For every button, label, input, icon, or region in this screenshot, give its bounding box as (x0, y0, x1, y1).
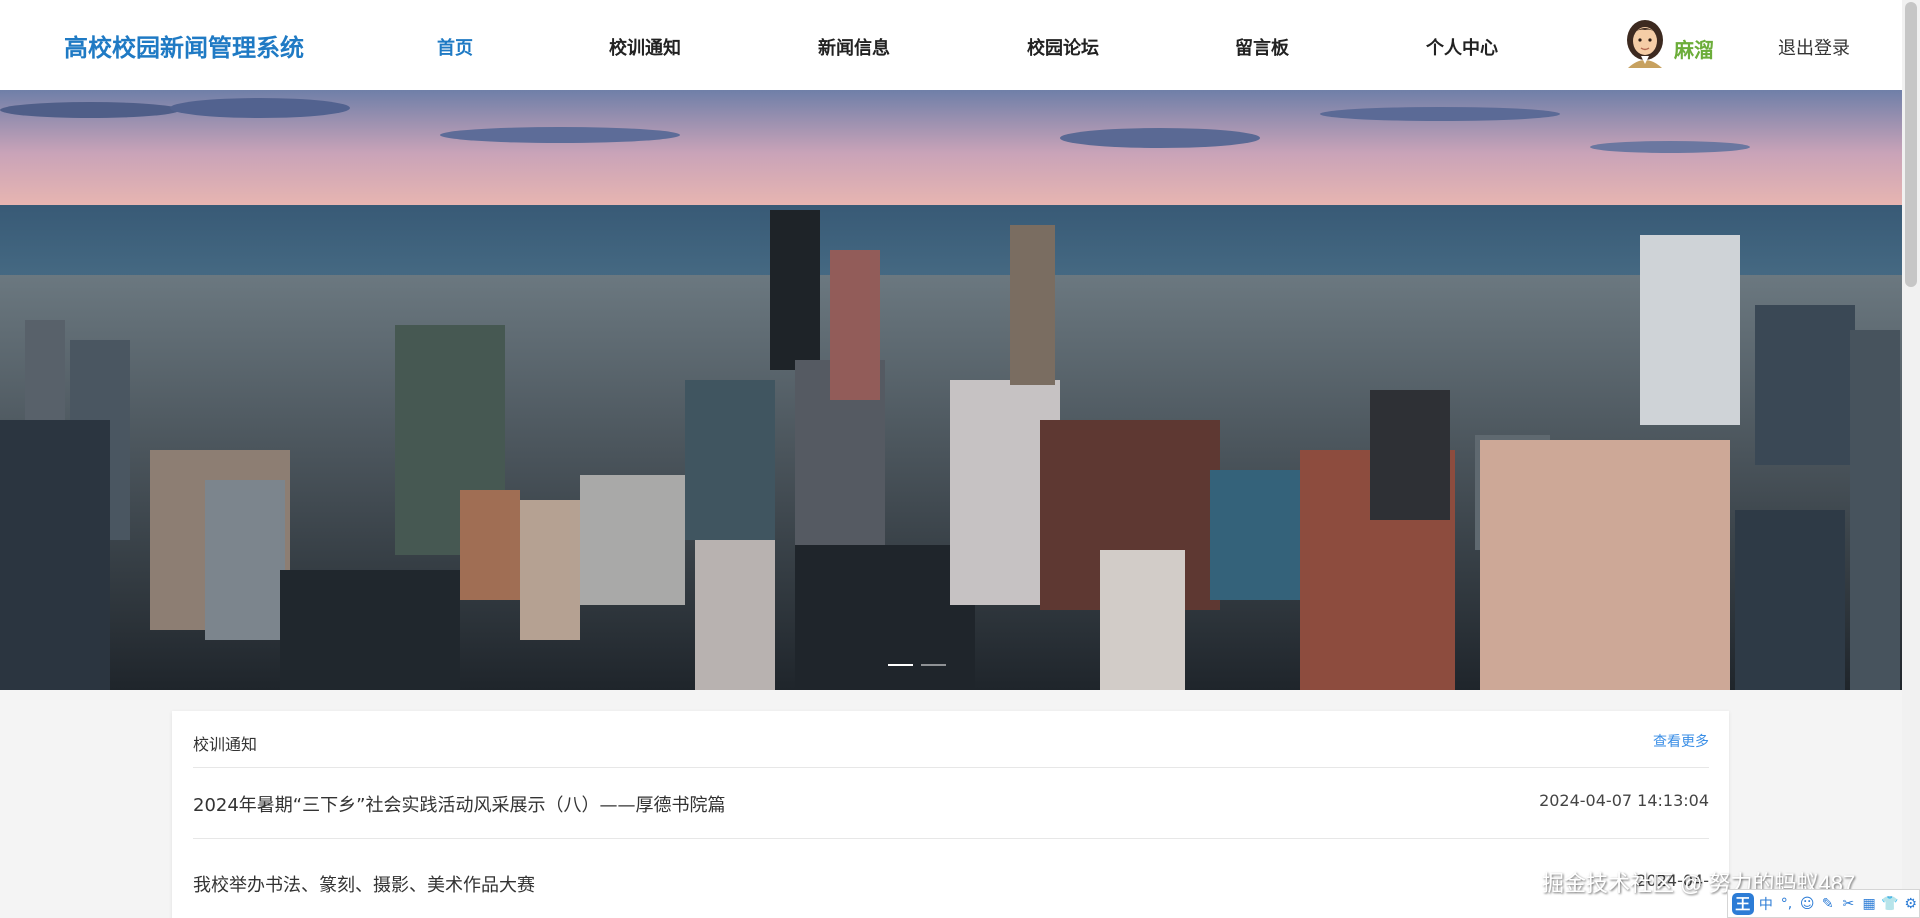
scrollbar-thumb[interactable] (1905, 2, 1917, 287)
site-brand[interactable]: 高校校园新闻管理系统 (64, 28, 304, 63)
notice-item-title[interactable]: 2024年暑期“三下乡”社会实践活动风采展示（八）——厚德书院篇 (193, 791, 725, 817)
banner-carousel[interactable] (0, 90, 1902, 690)
nav-message-board[interactable]: 留言板 (1235, 34, 1289, 60)
ime-keyboard-icon[interactable]: ▦ (1861, 896, 1878, 912)
divider (193, 838, 1709, 839)
carousel-indicator-active[interactable] (888, 664, 913, 666)
ime-pen-icon[interactable]: ✎ (1819, 896, 1836, 912)
ime-skin-icon[interactable]: 👕 (1881, 896, 1898, 912)
nav-school-notice[interactable]: 校训通知 (609, 34, 681, 60)
page-scrollbar[interactable] (1902, 0, 1920, 918)
notice-item-title[interactable]: 我校举办书法、篆刻、摄影、美术作品大赛 (193, 871, 535, 897)
username[interactable]: 麻溜 (1674, 34, 1714, 63)
ime-settings-icon[interactable]: ⚙ (1902, 896, 1919, 912)
ime-language-icon[interactable]: 中 (1758, 894, 1775, 914)
ime-scissors-icon[interactable]: ✂ (1840, 896, 1857, 912)
user-avatar[interactable] (1623, 18, 1667, 68)
city-skyline-image (0, 90, 1902, 690)
nav-personal-center[interactable]: 个人中心 (1426, 34, 1498, 60)
ime-emoji-icon[interactable]: ☺ (1799, 896, 1816, 912)
nav-forum[interactable]: 校园论坛 (1027, 34, 1099, 60)
notice-item-date: 2024-04-07 14:13:04 (1539, 791, 1709, 810)
nav-news[interactable]: 新闻信息 (818, 34, 890, 60)
page: 高校校园新闻管理系统 首页 校训通知 新闻信息 校园论坛 留言板 个人中心 麻溜… (0, 0, 1920, 918)
ime-punctuation-icon[interactable]: °, (1778, 896, 1795, 912)
divider (193, 767, 1709, 768)
logout-button[interactable]: 退出登录 (1778, 34, 1850, 60)
ime-logo-icon[interactable]: 王 (1732, 892, 1754, 915)
nav-home[interactable]: 首页 (437, 34, 473, 60)
notice-section: 校训通知 查看更多 2024年暑期“三下乡”社会实践活动风采展示（八）——厚德书… (172, 711, 1729, 918)
ime-toolbar[interactable]: 王 中 °, ☺ ✎ ✂ ▦ 👕 ⚙ (1727, 889, 1920, 918)
section-title: 校训通知 (193, 735, 258, 754)
carousel-indicator[interactable] (921, 664, 946, 666)
view-more-link[interactable]: 查看更多 (1653, 731, 1709, 751)
top-navbar: 高校校园新闻管理系统 首页 校训通知 新闻信息 校园论坛 留言板 个人中心 麻溜… (0, 0, 1902, 91)
